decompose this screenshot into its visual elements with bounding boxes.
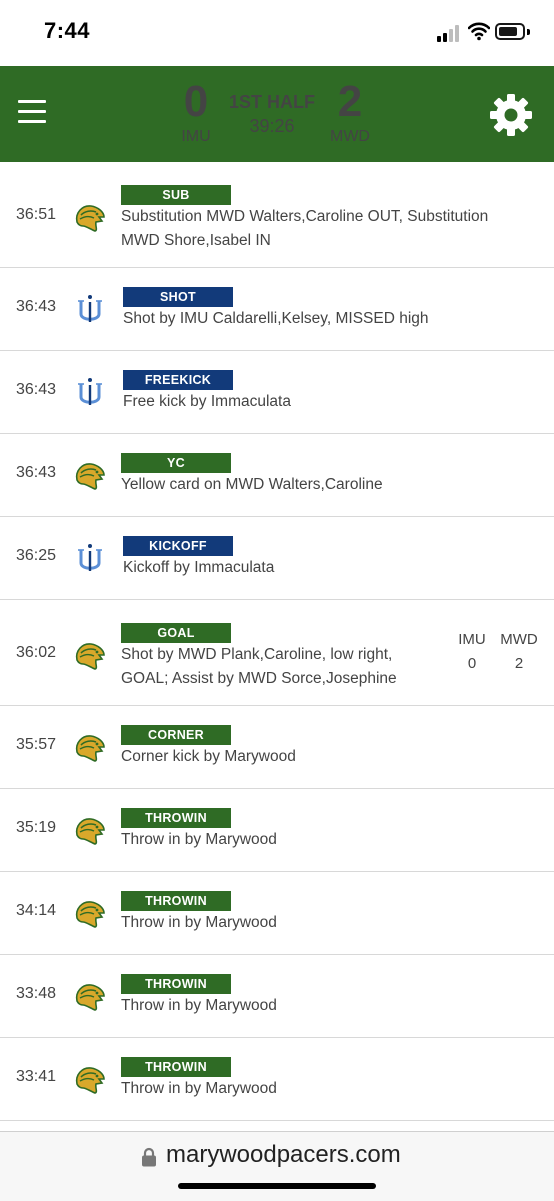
play-type-badge: THROWIN xyxy=(121,891,231,911)
play-row: 33:41 THROWIN Throw in by Marywood xyxy=(0,1038,554,1121)
play-time: 33:48 xyxy=(16,985,57,1002)
play-description: MWD Shore,Isabel IN xyxy=(121,232,271,249)
immaculata-logo-icon xyxy=(74,543,106,573)
play-type-badge: CORNER xyxy=(121,725,231,745)
cellular-signal-icon xyxy=(437,24,461,42)
battery-icon xyxy=(495,23,525,40)
away-score: 2 xyxy=(337,77,363,126)
goal-score-home: 0 xyxy=(467,655,477,672)
play-description: GOAL; Assist by MWD Sorce,Josephine xyxy=(121,670,397,687)
marywood-logo-icon xyxy=(74,981,106,1011)
home-team-abbr: IMU xyxy=(181,128,211,145)
play-time: 33:41 xyxy=(16,1068,57,1085)
play-type-badge: THROWIN xyxy=(121,808,231,828)
play-description: Throw in by Marywood xyxy=(121,914,277,931)
play-row: 36:43 SHOT Shot by IMU Caldarelli,Kelsey, … xyxy=(0,268,554,351)
goal-score-home-label: IMU xyxy=(458,631,486,648)
marywood-logo-icon xyxy=(74,732,106,762)
play-row: 35:57 CORNER Corner kick by Marywood xyxy=(0,706,554,789)
away-team-abbr: MWD xyxy=(330,128,370,145)
marywood-logo-icon xyxy=(74,815,106,845)
play-type-badge: GOAL xyxy=(121,623,231,643)
home-indicator[interactable] xyxy=(178,1183,376,1189)
play-description: Shot by IMU Caldarelli,Kelsey, MISSED hi… xyxy=(123,310,429,327)
play-time: 36:02 xyxy=(16,644,57,661)
play-type-badge: SUB xyxy=(121,185,231,205)
play-row: 36:02 GOAL Shot by MWD Plank,Caroline, low… xyxy=(0,600,554,706)
play-by-play-feed: 36:51 SUB Substitution MWD Walters,Carolin… xyxy=(0,162,554,1121)
play-description: Yellow card on MWD Walters,Caroline xyxy=(121,476,383,493)
marywood-logo-icon xyxy=(74,640,106,670)
play-description: Throw in by Marywood xyxy=(121,1080,277,1097)
marywood-logo-icon xyxy=(74,202,106,232)
play-type-badge: SHOT xyxy=(123,287,233,307)
battery-cap xyxy=(527,29,530,35)
play-description: Free kick by Immaculata xyxy=(123,393,291,410)
play-time: 36:43 xyxy=(16,298,57,315)
play-row: 34:14 THROWIN Throw in by Marywood xyxy=(0,872,554,955)
play-time: 35:57 xyxy=(16,736,57,753)
play-description: Throw in by Marywood xyxy=(121,997,277,1014)
home-score: 0 xyxy=(183,77,209,126)
score-header xyxy=(0,66,554,162)
marywood-logo-icon xyxy=(74,1064,106,1094)
game-period: 1ST HALF xyxy=(228,92,315,112)
status-time: 7:44 xyxy=(44,18,91,43)
url-text[interactable]: marywoodpacers.com xyxy=(166,1141,401,1169)
play-type-badge: YC xyxy=(121,453,231,473)
play-row: 35:19 THROWIN Throw in by Marywood xyxy=(0,789,554,872)
play-time: 36:25 xyxy=(16,547,57,564)
wifi-icon xyxy=(468,22,490,41)
goal-score-away: 2 xyxy=(514,655,524,672)
lock-icon xyxy=(142,1147,156,1167)
play-time: 36:43 xyxy=(16,381,57,398)
play-type-badge: FREEKICK xyxy=(123,370,233,390)
play-description: Kickoff by Immaculata xyxy=(123,559,275,576)
play-description: Substitution MWD Walters,Caroline OUT, S… xyxy=(121,208,489,225)
gear-icon[interactable] xyxy=(489,93,533,137)
play-time: 34:14 xyxy=(16,902,57,919)
play-time: 35:19 xyxy=(16,819,57,836)
play-time: 36:43 xyxy=(16,464,57,481)
immaculata-logo-icon xyxy=(74,377,106,407)
play-description: Throw in by Marywood xyxy=(121,831,277,848)
play-row: 36:43 FREEKICK Free kick by Immaculata xyxy=(0,351,554,434)
play-description: Shot by MWD Plank,Caroline, low right, xyxy=(121,646,393,663)
play-description: Corner kick by Marywood xyxy=(121,748,296,765)
play-row: 36:43 YC Yellow card on MWD Walters,Caroli… xyxy=(0,434,554,517)
play-row: 33:48 THROWIN Throw in by Marywood xyxy=(0,955,554,1038)
play-type-badge: KICKOFF xyxy=(123,536,233,556)
play-type-badge: THROWIN xyxy=(121,1057,231,1077)
menu-icon[interactable] xyxy=(18,100,46,124)
play-type-badge: THROWIN xyxy=(121,974,231,994)
immaculata-logo-icon xyxy=(74,294,106,324)
play-row: 36:51 SUB Substitution MWD Walters,Carolin… xyxy=(0,162,554,268)
marywood-logo-icon xyxy=(74,460,106,490)
play-time: 36:51 xyxy=(16,206,57,223)
game-clock: 39:26 xyxy=(249,116,295,136)
goal-score-away-label: MWD xyxy=(500,631,538,648)
marywood-logo-icon xyxy=(74,898,106,928)
play-row: 36:25 KICKOFF Kickoff by Immaculata xyxy=(0,517,554,600)
